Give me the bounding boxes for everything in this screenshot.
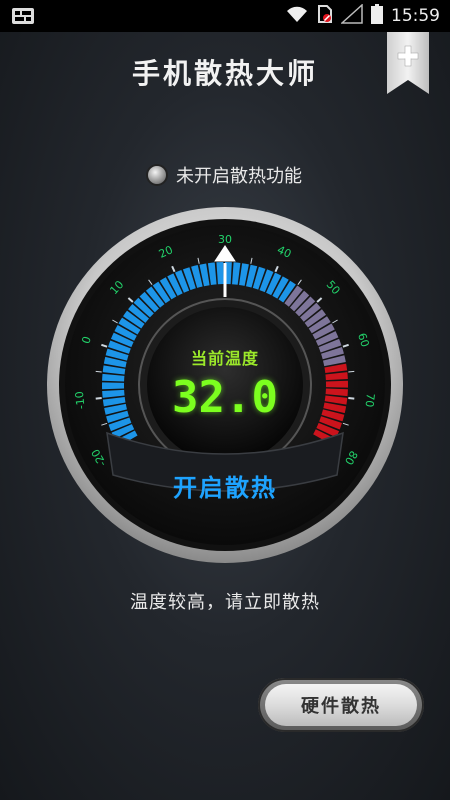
status-bar: 15:59 xyxy=(0,0,450,32)
signal-icon xyxy=(340,3,363,28)
scale-segment xyxy=(252,266,266,290)
cooling-status: 未开启散热功能 xyxy=(0,162,450,188)
scale-segment xyxy=(111,424,135,439)
sim-blocked-icon xyxy=(317,4,333,28)
scale-segment xyxy=(128,303,150,323)
scale-segment xyxy=(259,269,274,293)
scale-segment xyxy=(304,309,327,328)
scale-segment xyxy=(266,272,282,296)
scale-segment xyxy=(174,270,190,293)
scale-segment xyxy=(145,286,165,308)
scale-segment xyxy=(308,316,331,334)
apps-grid-icon xyxy=(12,8,34,28)
plus-icon xyxy=(387,32,429,94)
start-cooling-button[interactable]: 开启散热 xyxy=(155,470,295,506)
scale-segment xyxy=(295,296,316,317)
status-led-icon xyxy=(148,166,166,184)
scale-segment xyxy=(118,317,141,335)
current-temp-value: 32.0 xyxy=(172,372,278,423)
scale-segment xyxy=(114,324,137,341)
scale-segment xyxy=(152,281,171,304)
current-temp-label: 当前温度 xyxy=(190,349,259,368)
scale-segment xyxy=(284,285,303,307)
hint-text: 温度较高，请立即散热 xyxy=(130,592,320,613)
scale-segment xyxy=(159,277,177,300)
clock: 15:59 xyxy=(391,6,440,26)
scale-segment xyxy=(315,331,339,346)
scale-segment xyxy=(207,262,217,285)
scale-segment xyxy=(110,332,134,348)
hardware-cooling-button[interactable]: 硬件散热 xyxy=(258,678,424,732)
app-title: 手机散热大师 xyxy=(131,57,318,90)
scale-segment xyxy=(191,265,203,288)
scale-segment xyxy=(167,273,183,296)
scale-segment xyxy=(231,262,241,285)
scale-segment xyxy=(133,297,154,318)
wifi-icon xyxy=(285,5,309,27)
scale-segment xyxy=(139,291,160,313)
tick-label: 30 xyxy=(218,233,232,246)
hardware-cooling-label: 硬件散热 xyxy=(265,684,417,726)
scale-segment xyxy=(278,280,296,303)
scale-segment xyxy=(272,276,289,299)
cooling-status-text: 未开启散热功能 xyxy=(176,166,302,187)
scale-segment xyxy=(199,263,210,287)
battery-icon xyxy=(371,4,383,28)
scale-segment xyxy=(312,323,335,340)
scale-segment xyxy=(289,290,310,312)
scale-segment xyxy=(316,422,340,438)
scale-segment xyxy=(300,302,321,322)
add-button[interactable] xyxy=(387,32,429,94)
scale-segment xyxy=(245,264,258,288)
scale-segment xyxy=(182,267,196,291)
scale-segment xyxy=(238,263,249,286)
scale-segment xyxy=(123,310,145,329)
